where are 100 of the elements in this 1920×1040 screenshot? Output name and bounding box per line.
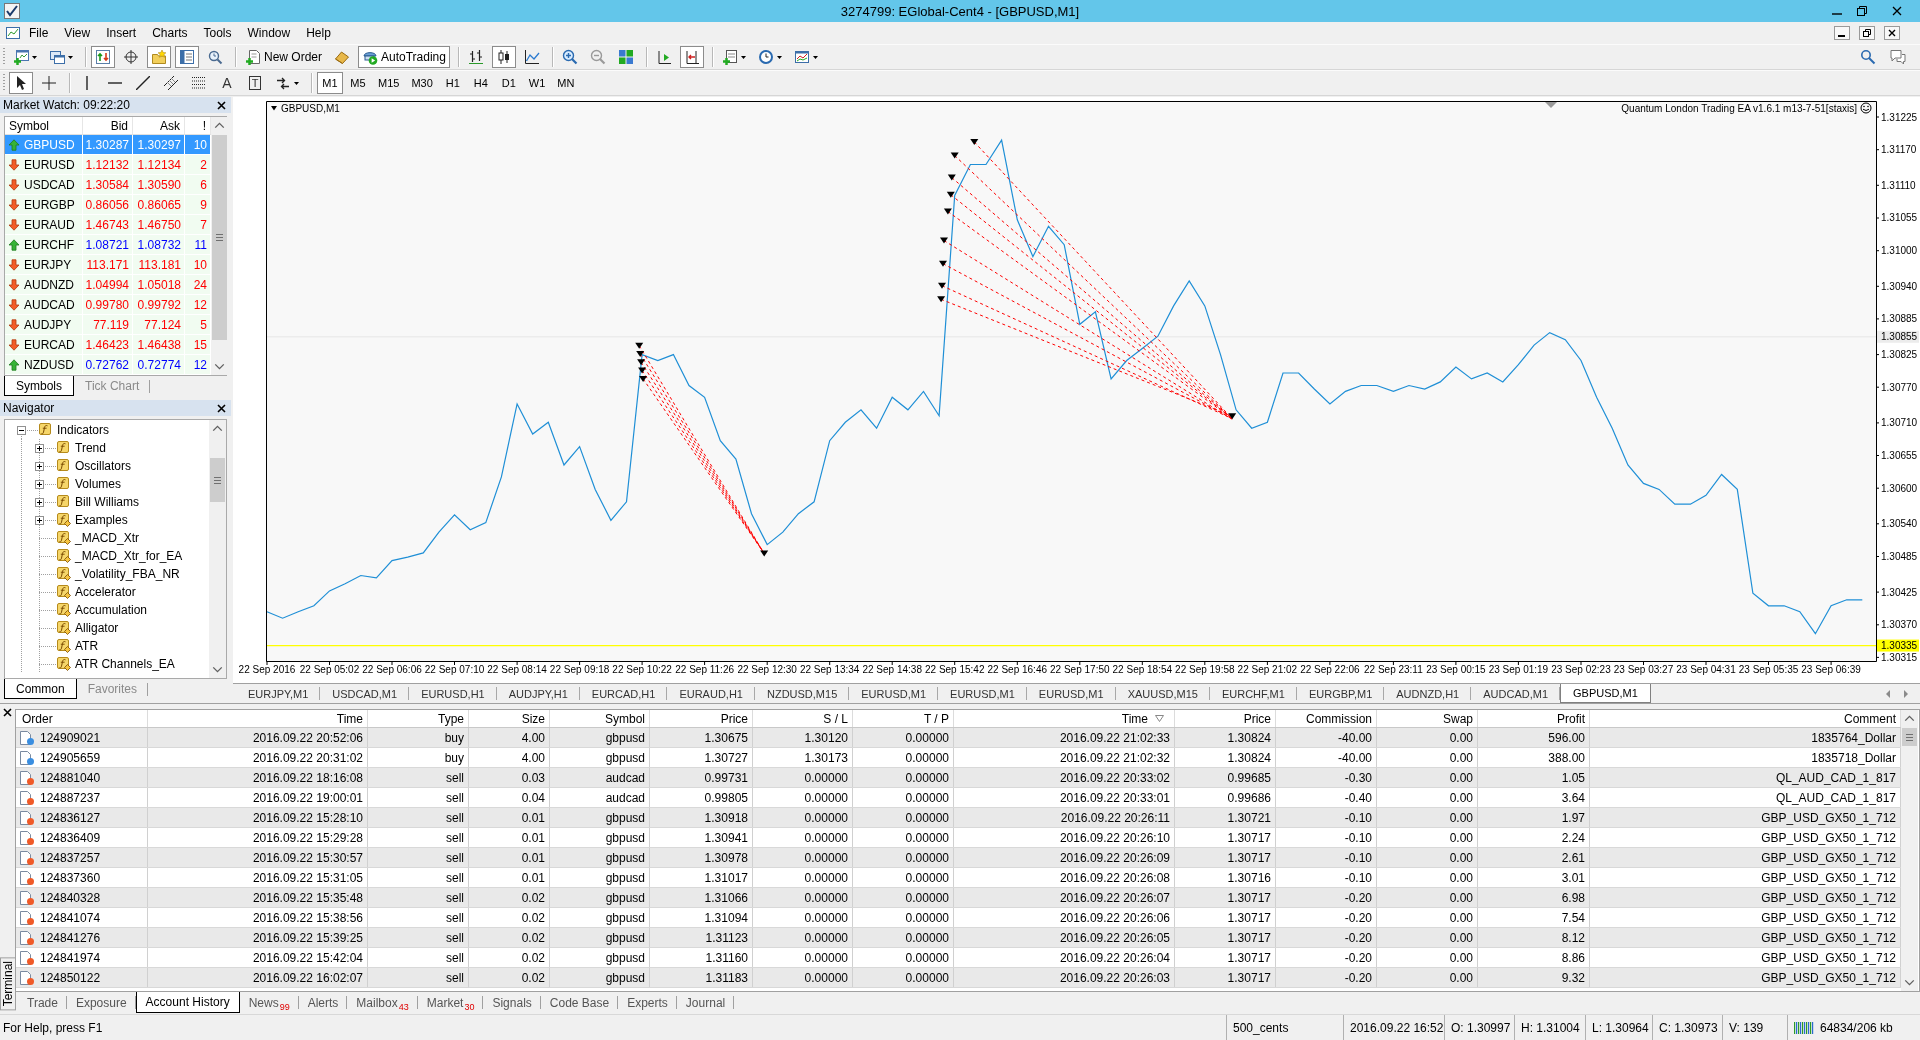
table-cell: 1.30716 [1175,868,1276,887]
table-cell: 1.05 [1478,768,1590,787]
axis-label: 22 Sep 09:18 [549,664,610,675]
symbol-cell: NZDUSD [24,357,74,372]
table-cell: 0.00000 [753,928,853,947]
axis-label: 1.30370 [1881,619,1918,631]
table-cell: 0.00000 [853,868,954,887]
ask-cell: 1.30297 [133,135,185,154]
table-cell: 1.30941 [650,828,753,847]
table-cell: 0.00 [1377,888,1478,907]
table-cell: 0.00000 [853,928,954,947]
axis-label: 23 Sep 02:23 [1551,664,1611,675]
table-cell: 1.30824 [1175,748,1276,767]
table-cell: 0.00 [1377,788,1478,807]
axis-label: 22 Sep 21:02 [1237,664,1298,675]
table-cell: 0.00000 [753,948,853,967]
table-cell: -0.20 [1276,888,1377,907]
table-cell: 0.99731 [650,768,753,787]
expert-label: Quantum London Trading EA v1.6.1 m13-7-51[staxis] [1621,103,1857,114]
bid-cell: 113.171 [83,255,133,274]
table-cell: 0.00000 [853,968,954,987]
table-cell: -0.20 [1276,908,1377,927]
table-cell: 124850122 [40,970,101,985]
axis-label: 22 Sep 23:11 [1364,664,1423,675]
axis-label: 22 Sep 11:26 [675,664,735,675]
symbol-cell: GBPUSD [24,137,75,152]
ask-cell: 1.30590 [133,175,185,194]
table-cell: 2016.09.22 15:29:28 [148,828,368,847]
table-cell: 0.00 [1377,728,1478,747]
table-cell: 2016.09.22 20:26:05 [954,928,1175,947]
status-text: L: 1.30964 [1592,1020,1649,1035]
table-cell: 1.30978 [650,848,753,867]
table-cell: 2016.09.22 16:02:07 [148,968,368,987]
table-cell: 0.00 [1377,868,1478,887]
table-cell: 0.03 [469,768,550,787]
symbol-cell: USDCAD [24,177,75,192]
table-cell: 0.00 [1377,828,1478,847]
table-cell: 1.30717 [1175,908,1276,927]
table-cell: 1.30717 [1175,828,1276,847]
table-cell: 0.00000 [753,848,853,867]
table-cell: gbpusd [550,908,650,927]
table-cell: sell [368,808,469,827]
bid-cell: 77.119 [83,315,133,334]
table-cell: 0.00 [1377,808,1478,827]
axis-label: 1.30600 [1881,482,1918,494]
table-cell: 2016.09.22 21:02:33 [954,728,1175,747]
ask-cell: 0.99792 [133,295,185,314]
table-cell: 124836409 [40,830,101,845]
table-cell: 0.01 [469,848,550,867]
axis-label: 22 Sep 05:02 [299,664,360,675]
table-cell: 2016.09.22 20:26:11 [954,808,1175,827]
axis-label: 1.30710 [1881,417,1918,429]
window-title: 3274799: EGlobal-Cent4 - [GBPUSD,M1] [840,3,1080,19]
table-cell: 124841974 [40,950,101,965]
table-cell: gbpusd [550,968,650,987]
table-cell: 0.00 [1377,768,1478,787]
table-cell: 1.30727 [650,748,753,767]
table-cell: sell [368,968,469,987]
table-cell: 0.02 [469,928,550,947]
table-cell: 0.00000 [753,808,853,827]
status-text: For Help, press F1 [3,1020,103,1035]
table-cell: gbpusd [550,928,650,947]
table-cell: sell [368,928,469,947]
bid-cell: 1.08721 [83,235,133,254]
table-cell: 0.02 [469,888,550,907]
bid-cell: 1.12132 [83,155,133,174]
table-cell: 124887237 [40,790,101,805]
axis-label: 1.30655 [1881,450,1918,462]
table-cell: 2016.09.22 20:26:09 [954,848,1175,867]
status-text: 2016.09.22 16:52 [1350,1020,1444,1035]
table-cell: 0.01 [469,868,550,887]
symbol-cell: EURUSD [24,157,75,172]
table-cell: 0.00 [1377,948,1478,967]
table-cell: buy [368,748,469,767]
table-cell: 4.00 [469,748,550,767]
table-cell: 3.01 [1478,868,1590,887]
table-cell: -0.30 [1276,768,1377,787]
table-cell: -0.20 [1276,928,1377,947]
table-cell: 2016.09.22 20:26:08 [954,868,1175,887]
table-cell: sell [368,768,469,787]
table-cell: 2.24 [1478,828,1590,847]
table-cell: buy [368,728,469,747]
table-cell: 0.00000 [753,908,853,927]
axis-label: 22 Sep 16:46 [987,664,1047,675]
table-cell: 1.97 [1478,808,1590,827]
axis-label: 23 Sep 00:15 [1426,664,1486,675]
table-cell: 596.00 [1478,728,1590,747]
axis-label: 23 Sep 06:39 [1801,664,1861,675]
bid-cell: 1.46423 [83,335,133,354]
table-cell: 1.30721 [1175,808,1276,827]
ask-cell: 0.86065 [133,195,185,214]
symbol-cell: AUDJPY [24,317,72,332]
table-cell: 2016.09.22 15:31:05 [148,868,368,887]
ask-cell: 1.12134 [133,155,185,174]
table-cell: 8.12 [1478,928,1590,947]
status-text: H: 1.31004 [1521,1020,1580,1035]
axis-label: 22 Sep 14:38 [862,664,922,675]
table-cell: 124841074 [40,910,101,925]
table-cell: sell [368,868,469,887]
bid-cell: 1.30287 [83,135,133,154]
